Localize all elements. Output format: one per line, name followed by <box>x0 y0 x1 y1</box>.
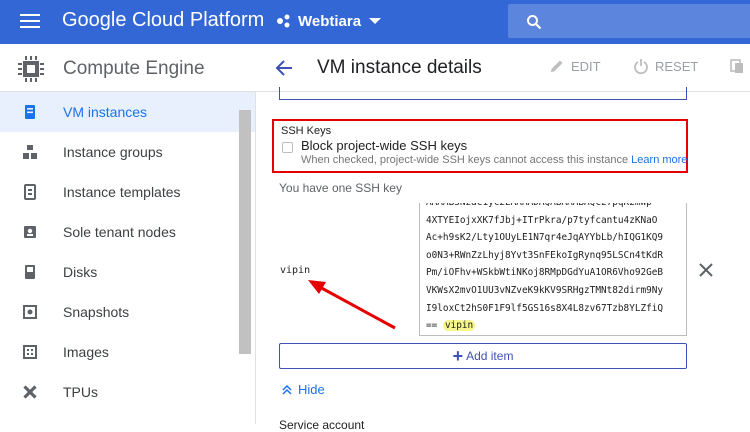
instance-groups-icon <box>23 145 37 159</box>
instance-templates-icon <box>24 184 36 200</box>
reset-button[interactable]: RESET <box>633 58 698 74</box>
reset-label: RESET <box>655 58 699 74</box>
ssh-help-text-body: When checked, project-wide SSH keys cann… <box>301 154 629 166</box>
sole-tenant-nodes-icon <box>24 226 36 238</box>
ssh-key-text: AAAAB3NzaC1yc2EAAAADAQABAAABAQCz7pqK2mWp… <box>426 203 682 335</box>
sidebar-item-label: Sole tenant nodes <box>63 224 176 240</box>
vm-instances-icon <box>25 105 35 119</box>
sidebar-item-label: VM instances <box>63 104 148 120</box>
sidebar-item-label: Instance groups <box>63 144 163 160</box>
sidebar-item-snapshots[interactable]: Snapshots <box>0 292 255 332</box>
hide-link[interactable]: Hide <box>281 382 325 397</box>
block-project-ssh-checkbox[interactable] <box>282 142 293 153</box>
block-project-ssh-label[interactable]: Block project-wide SSH keys <box>301 138 467 153</box>
product-header: Compute Engine <box>0 44 256 92</box>
content-header: VM instance details EDIT RESET <box>256 44 750 92</box>
key-line: 4XTYEIojxXK7fJbj+ITrPkra/p7tyfcantu4zKNa… <box>426 214 658 226</box>
ssh-key-textarea[interactable]: AAAAB3NzaC1yc2EAAAADAQABAAABAQCz7pqK2mWp… <box>419 203 687 336</box>
sidebar-item-label: Images <box>63 344 109 360</box>
compute-engine-chip-icon <box>18 56 44 82</box>
edit-button[interactable]: EDIT <box>549 58 601 74</box>
sidebar-item-tpus[interactable]: TPUs <box>0 372 255 412</box>
top-app-bar: Google Cloud Platform Webtiara <box>0 0 750 44</box>
dropdown-caret-icon <box>369 18 382 24</box>
ssh-help-text: When checked, project-wide SSH keys cann… <box>301 154 687 166</box>
sidebar-item-label: TPUs <box>63 384 98 400</box>
service-account-label: Service account <box>279 418 365 432</box>
key-line: VKWsX2mvO1UU3vNZveK9kKV9SRHgzTMNt82dirm9… <box>426 284 664 296</box>
hamburger-menu-icon[interactable] <box>20 13 40 29</box>
search-icon <box>527 15 542 30</box>
key-line-last: == vipin <box>426 317 682 335</box>
sidebar-item-instance-groups[interactable]: Instance groups <box>0 132 255 172</box>
sidebar-item-disks[interactable]: Disks <box>0 252 255 292</box>
ssh-keys-title: SSH Keys <box>281 125 332 137</box>
sidebar-item-label: Snapshots <box>63 304 130 320</box>
sidebar-scrollbar[interactable] <box>239 110 251 354</box>
sidebar-item-instance-templates[interactable]: Instance templates <box>0 172 255 212</box>
sidebar-item-sole-tenant-nodes[interactable]: Sole tenant nodes <box>0 212 255 252</box>
sidebar-item-images[interactable]: Images <box>0 332 255 372</box>
add-item-label: Add item <box>466 349 514 363</box>
annotation-arrow-icon <box>308 280 396 330</box>
chevron-up-icon <box>282 384 292 395</box>
project-selector[interactable]: Webtiara <box>276 9 382 33</box>
key-line: I9loxCt2hS0F1F9lf5GS16s8X4L8zv67Tzb8YLZf… <box>426 302 664 314</box>
hide-label: Hide <box>298 382 325 397</box>
project-dots-icon <box>277 14 290 28</box>
key-highlighted-username: vipin <box>442 320 476 332</box>
ssh-keys-section: SSH Keys Block project-wide SSH keys Whe… <box>272 119 688 173</box>
back-arrow-icon[interactable] <box>274 58 294 78</box>
clone-icon <box>730 59 743 73</box>
images-icon <box>23 345 37 359</box>
power-icon <box>634 59 648 74</box>
sidebar: VM instances Instance groups Instance te… <box>0 92 256 424</box>
tpus-icon <box>23 385 37 399</box>
sidebar-item-label: Disks <box>63 264 98 280</box>
previous-field-box <box>279 87 687 100</box>
brand-title[interactable]: Google Cloud Platform <box>62 9 264 32</box>
search-box[interactable] <box>508 4 750 38</box>
key-line: Pm/iOFhv+WSkbWtiNKoj8RMpDGdYuA1OR6Vho92G… <box>426 267 664 279</box>
add-item-button[interactable]: + Add item <box>279 343 687 369</box>
plus-icon: + <box>452 346 464 366</box>
remove-key-icon[interactable] <box>699 263 713 277</box>
ssh-key-count: You have one SSH key <box>279 181 402 195</box>
clone-button[interactable] <box>729 58 750 74</box>
disks-icon <box>25 265 35 279</box>
product-title: Compute Engine <box>63 58 205 79</box>
edit-label: EDIT <box>571 58 601 74</box>
project-name: Webtiara <box>298 12 362 30</box>
page-title: VM instance details <box>317 57 482 78</box>
snapshots-icon <box>23 305 37 319</box>
sidebar-item-vm-instances[interactable]: VM instances <box>0 92 255 132</box>
key-line: Ac+h9sK2/Lty1OUyLE1N7qr4eJqAYYbLb/hIQG1K… <box>426 232 664 244</box>
key-line: AAAAB3NzaC1yc2EAAAADAQABAAABAQCz7pqK2mWp <box>426 203 682 212</box>
key-line: o0N3+RWnZzLhyj8Yvt3SnFEkoIgRynq95LSCn4tK… <box>426 249 664 261</box>
edit-pencil-icon <box>551 60 563 72</box>
learn-more-link[interactable]: Learn more <box>631 154 687 166</box>
sidebar-item-label: Instance templates <box>63 184 181 200</box>
